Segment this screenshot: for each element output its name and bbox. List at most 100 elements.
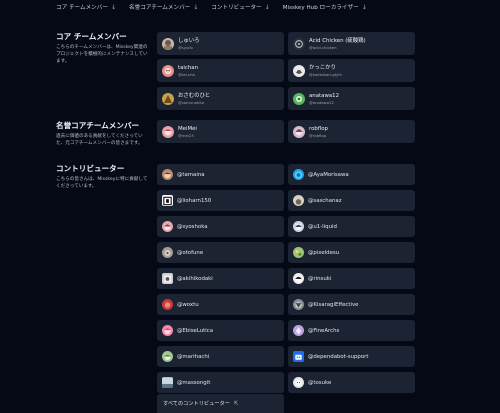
member-name: taichan xyxy=(178,64,199,71)
avatar-marihachi xyxy=(162,351,173,362)
contributor-card[interactable]: @u1-liquid xyxy=(288,216,415,237)
core-team-description: こちらのチームメンバーは、Misskey関連のプロジェクトを積極的にメンテナンス… xyxy=(56,45,148,64)
member-handle: @acid-chicken xyxy=(309,44,337,50)
emeritus-description: 過去に価値のある貢献をしてくださっていた、元コアチームメンバーの皆さまです。 xyxy=(56,134,143,146)
member-handle: @anatawa12 xyxy=(309,99,334,105)
member-card[interactable]: anatawa12 @anatawa12 xyxy=(288,87,415,110)
nav-core-team[interactable]: コア チームメンバー ↓ xyxy=(56,3,116,12)
member-handle: @kakkokari-gtyih xyxy=(309,71,342,77)
nav-label: 名誉コアチームメンバー xyxy=(129,5,191,11)
member-name: MeiMei xyxy=(178,125,197,132)
contributor-name: @dependabot-support xyxy=(308,353,369,360)
contributor-card[interactable]: @dependabot-support xyxy=(288,346,415,367)
contributor-name: @u1-liquid xyxy=(308,223,337,230)
member-name: robflop xyxy=(309,125,328,132)
contributor-name: @lioharn150 xyxy=(177,197,212,204)
contributor-name: @tosuke xyxy=(308,379,332,386)
member-name: しゅいろ xyxy=(178,37,200,44)
contributor-name: @syoshoka xyxy=(177,223,208,230)
avatar-robflop xyxy=(293,125,305,138)
avatar-tamaina xyxy=(162,169,173,180)
member-card[interactable]: MeiMei @mei23 xyxy=(157,120,284,143)
member-name: かっこかり xyxy=(309,64,336,71)
arrow-down-icon: ↓ xyxy=(193,3,199,11)
avatar-otofune xyxy=(162,247,173,258)
contributor-name: @massongit xyxy=(177,379,211,386)
avatar-ayamorisawa xyxy=(293,169,304,180)
member-card[interactable]: robflop @robflop xyxy=(288,120,415,143)
section-nav: コア チームメンバー ↓ 名誉コアチームメンバー ↓ コントリビューター ↓ M… xyxy=(56,3,367,12)
avatar-samunohito xyxy=(162,92,174,105)
contributor-name: @otofune xyxy=(177,249,204,256)
avatar-acid-chicken xyxy=(293,37,305,50)
member-card[interactable]: taichan @tai-cha xyxy=(157,59,284,82)
nav-label: Misskey Hub ローカライザー xyxy=(282,5,359,11)
contributors-description: こちらの皆さんは、Misskeyに特に貢献してくださっています。 xyxy=(56,177,148,189)
nav-localizers[interactable]: Misskey Hub ローカライザー ↓ xyxy=(282,3,367,12)
contributor-card[interactable]: @rinsuki xyxy=(288,268,415,289)
avatar-massongit xyxy=(162,377,173,388)
contributor-name: @FineArchs xyxy=(308,327,340,334)
contributor-name: @tamaina xyxy=(177,171,205,178)
contributor-name: @pixeldesu xyxy=(308,249,340,256)
avatar-taichan xyxy=(162,64,174,77)
contributor-name: @akihikodaki xyxy=(177,275,213,282)
contributor-name: @KisaragiEffective xyxy=(308,301,359,308)
contributor-card[interactable]: @pixeldesu xyxy=(288,242,415,263)
contributor-card[interactable]: @AyaMorisawa xyxy=(288,164,415,185)
avatar-kakkokari xyxy=(293,64,305,77)
avatar-finearchs xyxy=(293,325,304,336)
member-handle: @samunohito xyxy=(178,99,205,105)
contributor-card[interactable]: @FineArchs xyxy=(288,320,415,341)
contributor-card[interactable]: @saschanaz xyxy=(288,190,415,211)
contributor-card[interactable]: @massongit xyxy=(157,372,284,393)
contributor-card[interactable]: @otofune xyxy=(157,242,284,263)
avatar-rinsuki xyxy=(293,273,304,284)
nav-label: コア チームメンバー xyxy=(56,5,108,11)
external-link-icon: ⇱ xyxy=(233,400,239,407)
contributor-card[interactable]: @marihachi xyxy=(157,346,284,367)
avatar-akihikodaki xyxy=(162,273,173,284)
contributor-card[interactable]: @woxtu xyxy=(157,294,284,315)
avatar-syoshoka xyxy=(162,221,173,232)
contributor-card[interactable]: @EbiseLutica xyxy=(157,320,284,341)
avatar-syuilo xyxy=(162,37,174,50)
arrow-down-icon: ↓ xyxy=(361,3,367,11)
member-card[interactable]: かっこかり @kakkokari-gtyih xyxy=(288,59,415,82)
avatar-u1-liquid xyxy=(293,221,304,232)
contributor-card[interactable]: @akihikodaki xyxy=(157,268,284,289)
contributor-card[interactable]: @syoshoka xyxy=(157,216,284,237)
nav-contributors[interactable]: コントリビューター ↓ xyxy=(211,3,270,12)
member-card[interactable]: おさむのひと @samunohito xyxy=(157,87,284,110)
avatar-pixeldesu xyxy=(293,247,304,258)
member-handle: @robflop xyxy=(309,132,327,138)
contributor-card[interactable]: @KisaragiEffective xyxy=(288,294,415,315)
avatar-saschanaz xyxy=(293,195,304,206)
contributor-name: @marihachi xyxy=(177,353,210,360)
all-contributors-label: すべてのコントリビューター xyxy=(163,401,230,407)
arrow-down-icon: ↓ xyxy=(264,3,270,11)
avatar-meimei xyxy=(162,125,174,138)
member-card[interactable]: しゅいろ @syuilo xyxy=(157,32,284,55)
member-name: おさむのひと xyxy=(178,92,211,99)
contributor-card[interactable]: @tosuke xyxy=(288,372,415,393)
member-handle: @syuilo xyxy=(178,44,193,50)
contributor-name: @woxtu xyxy=(177,301,199,308)
core-team-title: コア チームメンバー xyxy=(56,32,127,41)
member-name: Acid Chicken (硫酸鶏) xyxy=(309,37,366,44)
contributor-card[interactable]: @lioharn150 xyxy=(157,190,284,211)
contributor-name: @EbiseLutica xyxy=(177,327,214,334)
avatar-kisaragieffective xyxy=(293,299,304,310)
all-contributors-link[interactable]: すべてのコントリビューター ⇱ xyxy=(157,394,284,413)
contributor-name: @rinsuki xyxy=(308,275,332,282)
avatar-woxtu xyxy=(162,299,173,310)
nav-emeritus[interactable]: 名誉コアチームメンバー ↓ xyxy=(129,3,199,12)
member-card[interactable]: Acid Chicken (硫酸鶏) @acid-chicken xyxy=(288,32,415,55)
member-name: anatawa12 xyxy=(309,92,340,99)
member-handle: @tai-cha xyxy=(178,71,195,77)
avatar-lioharn150 xyxy=(162,195,173,206)
contributor-card[interactable]: @tamaina xyxy=(157,164,284,185)
avatar-ebiselutica xyxy=(162,325,173,336)
contributor-name: @saschanaz xyxy=(308,197,342,204)
member-handle: @mei23 xyxy=(178,132,194,138)
